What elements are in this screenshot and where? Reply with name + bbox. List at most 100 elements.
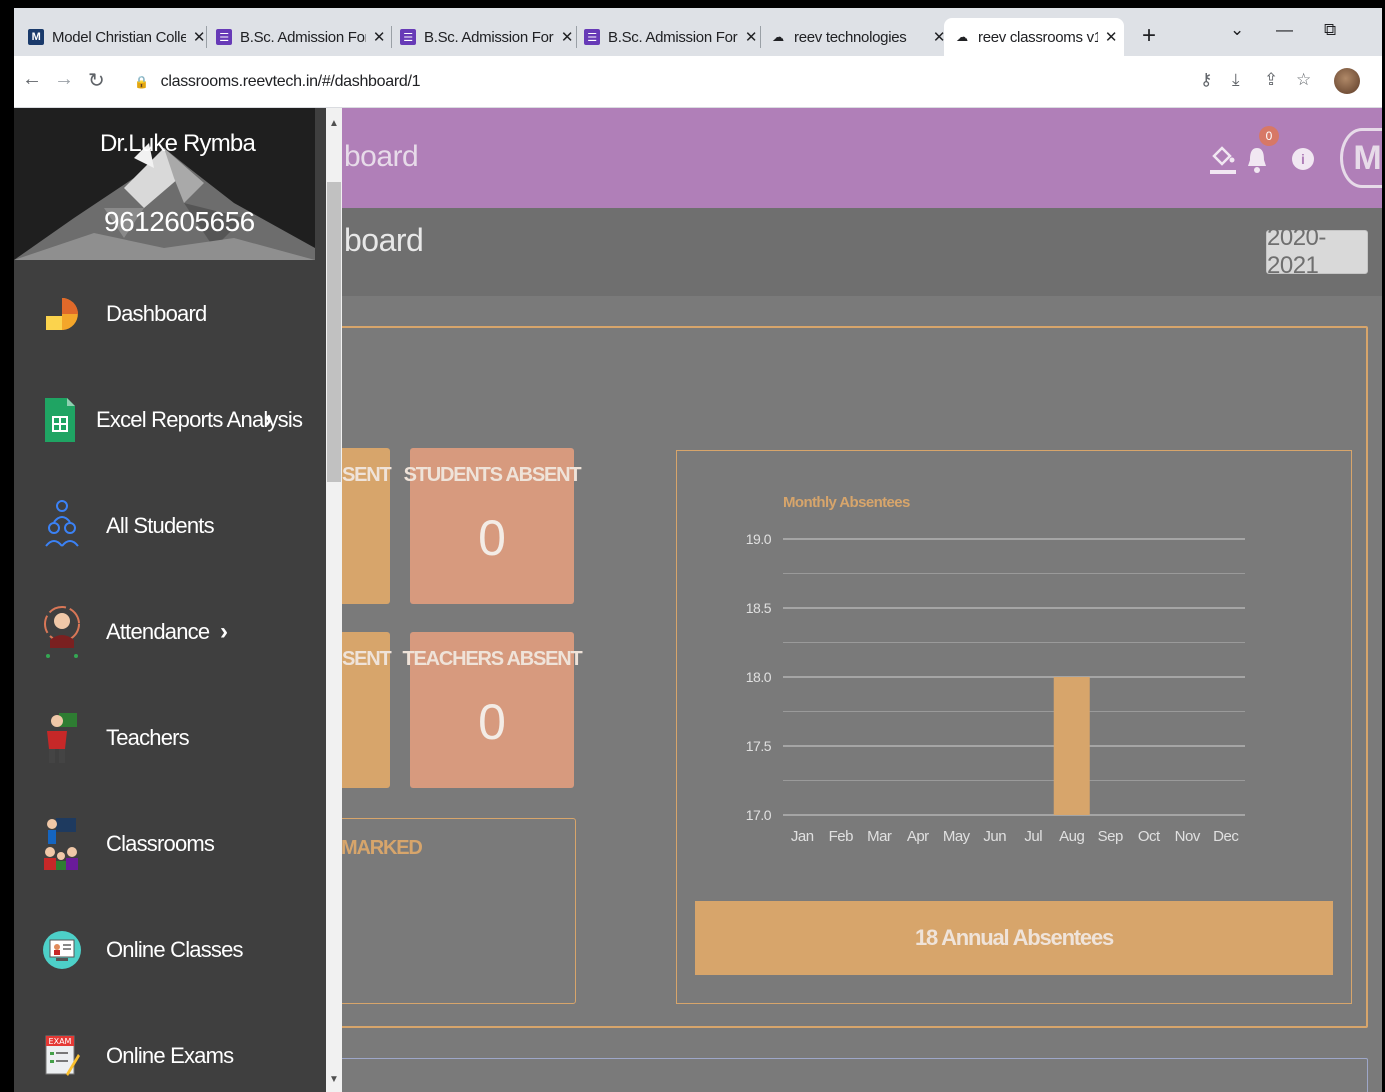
browser-tab-0[interactable]: M Model Christian Colleg ✕: [28, 18, 206, 56]
sidebar-item-online-classes[interactable]: Online Classes: [14, 910, 315, 990]
sidebar-item-all-students[interactable]: All Students: [14, 486, 315, 566]
card-value: 0: [478, 510, 506, 566]
password-key-icon[interactable]: ⚷: [1200, 70, 1212, 90]
sidebar-item-excel-reports[interactable]: Excel Reports Analysis ›: [14, 380, 315, 460]
students-icon: [40, 500, 84, 548]
tab-close-icon[interactable]: ✕: [744, 28, 758, 46]
profile-name: Dr.Luke Rymba: [100, 130, 256, 157]
sidebar-scrollbar-thumb[interactable]: [327, 182, 341, 482]
sidebar-item-label: Attendance: [106, 619, 210, 644]
bottom-panel: [250, 1058, 1368, 1092]
browser-tab-strip: M Model Christian Colleg ✕ ☰ B.Sc. Admis…: [14, 8, 1382, 56]
install-app-icon[interactable]: ⤓: [1232, 70, 1240, 90]
chart-title: Monthly Absentees: [783, 494, 910, 511]
notification-count-badge: 0: [1259, 126, 1279, 146]
cloud-icon: ☁: [772, 30, 784, 44]
tab-title: B.Sc. Admission Form: [608, 28, 738, 46]
card-label: MARKED: [341, 837, 423, 859]
teacher-icon: [40, 713, 84, 763]
tab-separator: [206, 26, 207, 48]
bell-icon[interactable]: [1246, 146, 1268, 174]
teachers-absent-card: TEACHERS ABSENT 0: [402, 632, 583, 788]
tab-close-icon[interactable]: ✕: [1104, 28, 1118, 46]
user-avatar[interactable]: M: [1340, 128, 1382, 188]
sidebar-item-dashboard[interactable]: Dashboard: [14, 274, 315, 354]
tab-title: Model Christian Colleg: [52, 28, 186, 46]
restore-icon[interactable]: ⧉: [1324, 20, 1336, 40]
tab-separator: [391, 26, 392, 48]
spreadsheet-icon: [38, 398, 82, 442]
scroll-down-arrow-icon[interactable]: ▼: [329, 1074, 339, 1085]
tab-close-icon[interactable]: ✕: [560, 28, 574, 46]
reload-icon[interactable]: ↻: [88, 68, 105, 93]
monthly-absentees-chart-panel: Monthly Absentees 19.0 18.5 18.0 17.5 17.0 Jan…: [676, 450, 1352, 1004]
chevron-right-icon: ›: [264, 406, 272, 433]
exam-icon: EXAM: [40, 1034, 84, 1078]
info-icon[interactable]: i: [1292, 148, 1314, 170]
sidebar-item-label: All Students: [106, 513, 215, 538]
tab-search-chevron-icon[interactable]: ⌄: [1230, 20, 1244, 40]
y-tick-label: 17.0: [746, 807, 772, 823]
new-tab-plus-icon[interactable]: +: [1142, 22, 1156, 50]
page-title: board: [344, 140, 419, 173]
sidebar-item-label: Online Exams: [106, 1043, 234, 1068]
forms-icon: ☰: [584, 29, 600, 45]
y-tick-label: 17.5: [746, 738, 772, 754]
tab-close-icon[interactable]: ✕: [372, 28, 386, 46]
card-label: TEACHERS ABSENT: [402, 648, 582, 670]
forms-icon: ☰: [400, 29, 416, 45]
browser-tab-3[interactable]: ☰ B.Sc. Admission Form ✕: [584, 18, 758, 56]
card-label: STUDENTS ABSENT: [403, 464, 582, 486]
dashboard-icon: [40, 292, 84, 336]
sidebar-item-teachers[interactable]: Teachers: [14, 698, 315, 778]
sidebar-item-label: Classrooms: [106, 831, 215, 856]
tab-title: reev technologies: [794, 28, 907, 46]
browser-tab-2[interactable]: ☰ B.Sc. Admission Form ✕: [400, 18, 574, 56]
card-value: 0: [478, 694, 506, 750]
chevron-right-icon: ›: [220, 618, 228, 645]
y-tick-label: 18.5: [746, 600, 772, 616]
attendance-icon: [40, 606, 84, 658]
section-title: board: [344, 222, 424, 258]
browser-tab-1[interactable]: ☰ B.Sc. Admission Form ✕: [216, 18, 386, 56]
y-tick-label: 19.0: [746, 531, 772, 547]
students-absent-card: STUDENTS ABSENT 0: [404, 448, 582, 604]
browser-tab-4[interactable]: ☁ reev technologies ✕: [770, 18, 946, 56]
profile-phone: 9612605656: [104, 206, 255, 237]
sidebar-item-classrooms[interactable]: Classrooms: [14, 804, 315, 884]
share-icon[interactable]: ⇪: [1264, 70, 1278, 90]
sidebar-item-online-exams[interactable]: EXAM Online Exams: [14, 1016, 315, 1092]
browser-toolbar: ← → ↻ 🔒 classrooms.reevtech.in/#/dashboa…: [14, 56, 1382, 108]
academic-year-selector[interactable]: 2020-2021: [1266, 224, 1368, 279]
classroom-icon: [40, 818, 84, 870]
tab-separator: [576, 26, 577, 48]
url-text: classrooms.reevtech.in/#/dashboard/1: [160, 73, 421, 90]
url-bar[interactable]: 🔒 classrooms.reevtech.in/#/dashboard/1: [134, 63, 1194, 101]
chart-bar-aug: [1053, 677, 1090, 815]
tab-title: reev classrooms v1: [978, 28, 1098, 46]
x-tick-label: Oct: [1138, 828, 1161, 845]
bookmark-star-icon[interactable]: ☆: [1296, 70, 1311, 90]
x-tick-label: Feb: [829, 828, 854, 845]
sidebar-item-attendance[interactable]: Attendance ›: [14, 592, 315, 672]
card-label: SENT: [342, 648, 392, 670]
monthly-absentees-chart: Monthly Absentees 19.0 18.5 18.0 17.5 17.0 Jan…: [746, 494, 1245, 845]
minimize-icon[interactable]: —: [1276, 20, 1293, 40]
back-arrow-icon[interactable]: ←: [22, 68, 42, 91]
forward-arrow-icon[interactable]: →: [54, 68, 74, 91]
tab-title: B.Sc. Admission Form: [424, 28, 554, 46]
x-tick-label: Jan: [791, 828, 814, 845]
browser-tab-5-active[interactable]: ☁ reev classrooms v1 ✕: [944, 18, 1124, 56]
app-viewport: board 0 i M board 2020-2021 SENT STUDENT…: [14, 108, 1382, 1092]
paint-bucket-icon[interactable]: [1210, 138, 1236, 178]
tab-close-icon[interactable]: ✕: [192, 28, 206, 46]
cloud-icon: ☁: [956, 30, 968, 44]
tab-separator: [760, 26, 761, 48]
x-tick-label: Dec: [1213, 828, 1239, 845]
sidebar-item-label: Dashboard: [106, 301, 207, 326]
online-class-icon: [40, 928, 84, 972]
browser-profile-avatar[interactable]: [1334, 68, 1360, 94]
sidebar: Dr.Luke Rymba 9612605656 Dashboard Excel…: [14, 108, 326, 1092]
x-tick-label: Aug: [1059, 828, 1084, 845]
scroll-up-arrow-icon[interactable]: ▲: [329, 118, 339, 129]
